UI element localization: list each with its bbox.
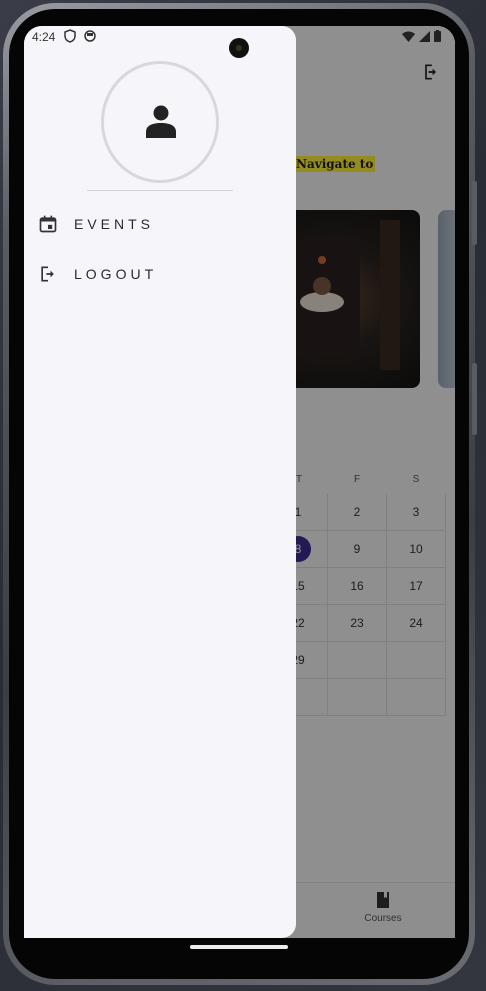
signal-icon <box>419 30 430 42</box>
avatar[interactable] <box>101 61 219 183</box>
status-right-icons <box>402 30 441 42</box>
drawer-item-label: EVENTS <box>74 216 155 232</box>
power-button <box>472 363 477 435</box>
logout-icon <box>41 266 54 282</box>
status-left-icons <box>64 29 96 43</box>
front-camera <box>229 38 249 58</box>
home-indicator[interactable] <box>190 945 288 949</box>
drawer-item-events[interactable]: EVENTS <box>24 204 296 244</box>
shield-icon <box>64 29 76 43</box>
drawer-divider <box>87 190 233 191</box>
battery-icon <box>434 30 441 42</box>
volume-button <box>472 181 477 245</box>
wifi-icon <box>402 31 415 42</box>
drawer-item-logout[interactable]: LOGOUT <box>24 254 296 294</box>
person-icon <box>146 105 176 138</box>
screen: Navigate to T F S 1 2 3 8 9 10 15 16 17 … <box>24 26 455 938</box>
drawer-item-label: LOGOUT <box>74 266 158 282</box>
calendar-icon <box>39 215 57 233</box>
notification-icon <box>84 30 96 42</box>
navigation-drawer: EVENTS LOGOUT <box>24 26 296 938</box>
status-time: 4:24 <box>32 30 56 44</box>
